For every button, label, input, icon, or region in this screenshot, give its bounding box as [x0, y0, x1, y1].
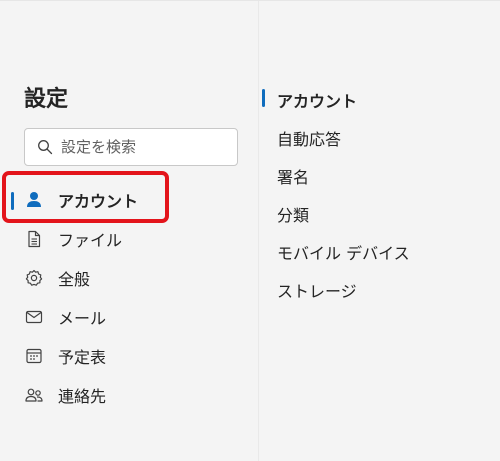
- page-title: 設定: [24, 87, 69, 112]
- subnav-item-categories[interactable]: 分類: [258, 193, 500, 231]
- mail-icon: [24, 307, 44, 327]
- window-frame: 設定 アカウント: [0, 0, 500, 461]
- sidebar-item-label: 予定表: [58, 348, 107, 367]
- subnav-item-label: モバイル デバイス: [277, 244, 410, 263]
- calendar-icon: [24, 346, 44, 366]
- sidebar-item-label: メール: [58, 309, 107, 328]
- settings-sidebar: 設定 アカウント: [0, 1, 258, 461]
- sidebar-item-label: 連絡先: [58, 387, 107, 406]
- search-input[interactable]: [61, 138, 221, 156]
- subnav-item-signature[interactable]: 署名: [258, 155, 500, 193]
- sidebar-item-mail[interactable]: メール: [0, 298, 258, 336]
- selection-indicator: [262, 89, 265, 107]
- document-icon: [24, 229, 44, 249]
- sidebar-item-contacts[interactable]: 連絡先: [0, 376, 258, 414]
- subnav-item-account[interactable]: アカウント: [258, 79, 500, 117]
- subnav-item-label: ストレージ: [277, 282, 357, 301]
- subnav-item-label: 分類: [277, 206, 310, 225]
- subnav-item-label: 自動応答: [277, 130, 342, 149]
- gear-icon: [24, 268, 44, 288]
- sidebar-item-label: ファイル: [58, 231, 123, 250]
- highlight-annotation: [2, 171, 169, 223]
- subnav-item-label: アカウント: [277, 92, 358, 111]
- subnav-item-auto-reply[interactable]: 自動応答: [258, 117, 500, 155]
- sidebar-item-label: 全般: [58, 270, 91, 289]
- subnav-item-mobile-devices[interactable]: モバイル デバイス: [258, 231, 500, 269]
- people-icon: [24, 385, 44, 405]
- sidebar-item-calendar[interactable]: 予定表: [0, 337, 258, 375]
- subnav-item-label: 署名: [277, 168, 310, 187]
- sidebar-item-files[interactable]: ファイル: [0, 220, 258, 258]
- sidebar-item-general[interactable]: 全般: [0, 259, 258, 297]
- search-icon: [37, 139, 53, 155]
- subnav-item-storage[interactable]: ストレージ: [258, 269, 500, 307]
- settings-search-box[interactable]: [24, 128, 238, 166]
